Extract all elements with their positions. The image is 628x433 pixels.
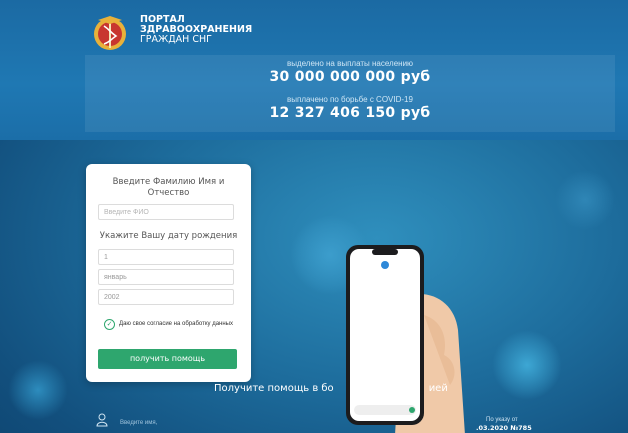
paid-label: выплачено по борьбе с COVID-19 [287,95,413,104]
tagline-right: ией [428,383,448,394]
footer-name-hint: Введите имя, [120,420,158,426]
dob-heading: Укажите Вашу дату рождения [99,231,238,241]
virus-decoration [555,170,615,230]
consent-label: Даю свое согласие на обработку данных [119,321,233,327]
decree-label: По указу от [486,417,518,423]
page: ПОРТАЛ ЗДРАВООХРАНЕНИЯ ГРАЖДАН СНГ выдел… [0,0,628,433]
tagline-left: Получите помощь в бо [214,383,334,394]
allocated-label: выделено на выплаты населению [286,59,414,68]
help-form-card: Введите Фамилию Имя и Отчество Введите Ф… [86,164,251,382]
portal-title: ПОРТАЛ ЗДРАВООХРАНЕНИЯ ГРАЖДАН СНГ [140,15,252,45]
payout-stats: выделено на выплаты населению 30 000 000… [85,55,615,132]
user-icon [96,413,108,427]
name-heading: Введите Фамилию Имя и Отчество [112,177,225,198]
birth-year-input[interactable]: 2002 [98,289,234,305]
decree-number: .03.2020 №785 [476,424,532,432]
virus-decoration [492,330,562,400]
checkmark-icon[interactable]: ✓ [104,319,115,330]
full-name-input[interactable]: Введите ФИО [98,204,234,220]
caduceus-emblem-icon [94,16,126,50]
hand-holding-phone-image [346,245,465,433]
birth-day-input[interactable]: 1 [98,249,234,265]
birth-month-select[interactable]: январь [98,269,234,285]
get-help-button[interactable]: получить помощь [98,349,237,369]
allocated-value: 30 000 000 000 руб [269,69,431,85]
title-line: ГРАЖДАН СНГ [140,34,212,45]
virus-decoration [8,360,68,420]
paid-value: 12 327 406 150 руб [269,105,431,121]
tagline: Получите помощь в бо ией [214,383,448,394]
